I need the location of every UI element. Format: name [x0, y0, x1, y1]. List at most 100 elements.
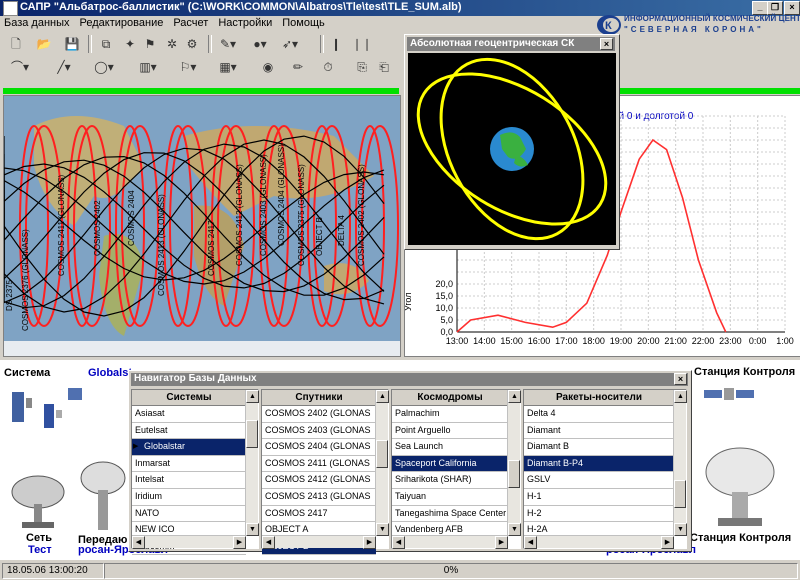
- list-item[interactable]: Palmachim: [392, 406, 508, 423]
- rocket-tool-icon[interactable]: ⚑: [140, 35, 160, 53]
- list-item[interactable]: Globalstar: [132, 439, 246, 456]
- navigator-column-header[interactable]: Системы: [132, 390, 246, 406]
- list-item[interactable]: COSMOS 2412 (GLONAS: [262, 472, 376, 489]
- curve-tool-icon[interactable]: ⌒▾: [10, 58, 30, 76]
- scroll-right-icon[interactable]: ▶: [495, 536, 508, 549]
- brush-tool-icon[interactable]: ✎▾: [218, 35, 238, 53]
- list-item[interactable]: Sriharikota (SHAR): [392, 472, 508, 489]
- list-item[interactable]: H-1: [524, 489, 674, 506]
- list-item[interactable]: Sea Launch: [392, 439, 508, 456]
- open-folder-icon[interactable]: 📂: [34, 35, 54, 53]
- station-tool-icon[interactable]: ✲: [162, 35, 182, 53]
- scroll-up-icon[interactable]: ▲: [508, 390, 521, 403]
- orbit-view[interactable]: [408, 53, 616, 245]
- vertical-scrollbar[interactable]: ▲ ▼: [673, 390, 687, 536]
- ground-track-map[interactable]: DS 2375 COSMOS 2376 (GLONASS) COSMOS 2411 …: [3, 95, 401, 357]
- scroll-down-icon[interactable]: ▼: [508, 523, 521, 536]
- list-item[interactable]: COSMOS 2403 (GLONAS: [262, 423, 376, 440]
- list-item[interactable]: Iridium: [132, 489, 246, 506]
- list-item[interactable]: NATO: [132, 506, 246, 523]
- navigator-close-button[interactable]: ×: [674, 373, 687, 385]
- menu-help[interactable]: Помощь: [278, 16, 331, 29]
- list-item[interactable]: COSMOS 2404 (GLONAS: [262, 439, 376, 456]
- list-item[interactable]: Diamant B-P4: [524, 455, 674, 473]
- scroll-up-icon[interactable]: ▲: [376, 390, 389, 403]
- list-item[interactable]: Intelsat: [132, 472, 246, 489]
- navigator-header[interactable]: Навигатор Базы Данных ×: [131, 373, 688, 386]
- vertical-scrollbar[interactable]: ▲ ▼: [245, 390, 259, 536]
- import-tool-icon[interactable]: ⎗: [374, 58, 394, 76]
- list-item[interactable]: COSMOS 2411 (GLONAS: [262, 456, 376, 473]
- circle-tool-icon[interactable]: ◯▾: [94, 58, 114, 76]
- list-item[interactable]: Diamant: [524, 423, 674, 440]
- list-item[interactable]: Spaceport California: [392, 455, 508, 473]
- list-item[interactable]: COSMOS 2413 (GLONAS: [262, 489, 376, 506]
- geocentric-window[interactable]: Абсолютная геоцентрическая СК ×: [404, 34, 620, 250]
- horizontal-scrollbar[interactable]: ◀ ▶: [262, 535, 376, 549]
- vertical-scrollbar[interactable]: ▲ ▼: [507, 390, 521, 536]
- horizontal-scrollbar[interactable]: ◀ ▶: [524, 535, 674, 549]
- scroll-left-icon[interactable]: ◀: [132, 536, 145, 549]
- menu-calc[interactable]: Расчет: [169, 16, 214, 29]
- scroll-right-icon[interactable]: ▶: [363, 536, 376, 549]
- horizontal-scrollbar[interactable]: ◀ ▶: [392, 535, 508, 549]
- list-item[interactable]: COSMOS 2417: [262, 506, 376, 523]
- clip-tool-icon[interactable]: ❘❘: [352, 35, 372, 53]
- scroll-left-icon[interactable]: ◀: [524, 536, 537, 549]
- new-file-icon[interactable]: 🗋: [6, 35, 26, 53]
- line-tool-icon[interactable]: ╱▾: [54, 58, 74, 76]
- clock-tool-icon[interactable]: ⏱: [318, 58, 338, 76]
- grid-tool-icon[interactable]: ▦▾: [218, 58, 238, 76]
- satellite-tool-icon[interactable]: ✦: [120, 35, 140, 53]
- menu-settings[interactable]: Настройки: [214, 16, 278, 29]
- list-item[interactable]: Eutelsat: [132, 423, 246, 440]
- scroll-down-icon[interactable]: ▼: [674, 523, 687, 536]
- list-item[interactable]: GSLV: [524, 472, 674, 489]
- navigator-column-1[interactable]: Спутники COSMOS 2402 (GLONAS COSMOS 2403 (…: [261, 389, 389, 556]
- navigator-column-header[interactable]: Космодромы: [392, 390, 508, 406]
- save-icon[interactable]: 💾: [62, 35, 82, 53]
- menu-database[interactable]: База данных: [0, 16, 76, 29]
- scroll-left-icon[interactable]: ◀: [262, 536, 275, 549]
- scroll-up-icon[interactable]: ▲: [246, 390, 259, 403]
- list-item[interactable]: Tanegashima Space Center: [392, 506, 508, 523]
- list-item[interactable]: Point Arguello: [392, 423, 508, 440]
- export-tool-icon[interactable]: ⎘: [352, 58, 372, 76]
- globe-tool-icon[interactable]: ●▾: [250, 35, 270, 53]
- geocentric-window-header[interactable]: Абсолютная геоцентрическая СК ×: [407, 37, 615, 51]
- list-item[interactable]: Taiyuan: [392, 489, 508, 506]
- scroll-left-icon[interactable]: ◀: [392, 536, 405, 549]
- navigator-column-2[interactable]: Космодромы Palmachim Point Arguello Sea Lau…: [391, 389, 521, 549]
- navigator-column-header[interactable]: Ракеты-носители: [524, 390, 674, 406]
- scroll-down-icon[interactable]: ▼: [376, 523, 389, 536]
- db-navigator-window[interactable]: Навигатор Базы Данных × Системы Asiasat Eu…: [128, 370, 692, 556]
- menu-edit[interactable]: Редактирование: [76, 16, 170, 29]
- scroll-thumb[interactable]: [376, 440, 388, 468]
- list-item[interactable]: H-2: [524, 506, 674, 523]
- scroll-thumb[interactable]: [508, 460, 520, 488]
- list-item[interactable]: Asiasat: [132, 406, 246, 423]
- navigator-column-3[interactable]: Ракеты-носители Delta 4 Diamant Diamant B Di…: [523, 389, 687, 549]
- list-item[interactable]: COSMOS 2402 (GLONAS: [262, 406, 376, 423]
- scroll-right-icon[interactable]: ▶: [661, 536, 674, 549]
- pin-tool-icon[interactable]: ❙: [326, 35, 346, 53]
- marker-tool-icon[interactable]: ⚐▾: [178, 58, 198, 76]
- chart-tool-icon[interactable]: ▥▾: [138, 58, 158, 76]
- launch-tool-icon[interactable]: ⚙: [182, 35, 202, 53]
- list-item[interactable]: Delta 4: [524, 406, 674, 423]
- orbit-tool-icon[interactable]: ➶▾: [280, 35, 300, 53]
- pencil-tool-icon[interactable]: ✏: [288, 58, 308, 76]
- copy-icon[interactable]: ⧉: [96, 35, 116, 53]
- navigator-column-header[interactable]: Спутники: [262, 390, 376, 406]
- horizontal-scrollbar[interactable]: ◀ ▶: [132, 535, 246, 549]
- vertical-scrollbar[interactable]: ▲ ▼: [375, 390, 389, 536]
- scroll-thumb[interactable]: [674, 480, 686, 508]
- list-item[interactable]: Inmarsat: [132, 456, 246, 473]
- geocentric-close-button[interactable]: ×: [600, 38, 613, 50]
- navigator-column-0[interactable]: СистемыAsiasatEutelsatGlobalstarInmarsat…: [131, 389, 259, 556]
- scroll-down-icon[interactable]: ▼: [246, 523, 259, 536]
- scroll-right-icon[interactable]: ▶: [233, 536, 246, 549]
- scroll-up-icon[interactable]: ▲: [674, 390, 687, 403]
- list-item[interactable]: Diamant B: [524, 439, 674, 456]
- scroll-thumb[interactable]: [246, 420, 258, 448]
